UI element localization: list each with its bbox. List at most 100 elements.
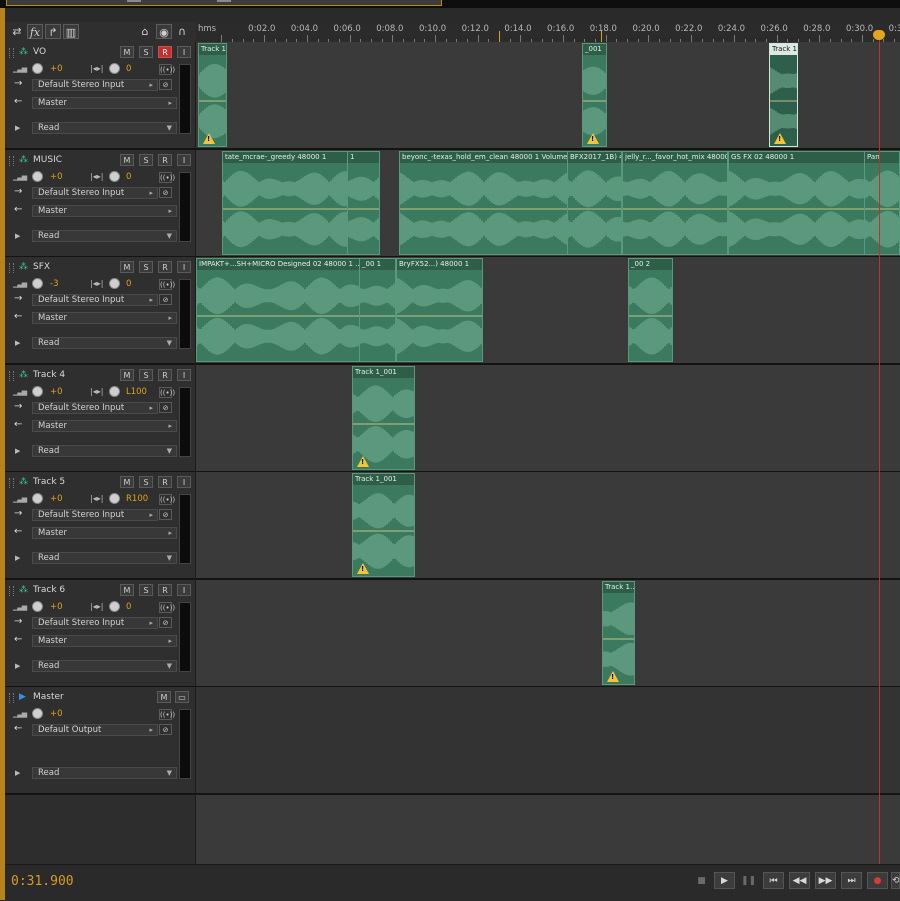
expand-automation-icon[interactable]: ▶ xyxy=(15,339,20,347)
play-button[interactable]: ▶ xyxy=(714,872,735,889)
stereo-icon[interactable]: ((•)) xyxy=(159,279,175,290)
rewind-button[interactable]: ◀◀ xyxy=(789,872,810,889)
volume-knob[interactable] xyxy=(32,278,43,289)
solo-button[interactable]: S xyxy=(139,584,153,596)
time-ruler[interactable]: hms 0:02.0 0:04.0 0:06.0 0:08.0 0:10.0 0:12.0… xyxy=(196,22,900,43)
volume-knob[interactable] xyxy=(32,171,43,182)
track-name[interactable]: Track 4 xyxy=(33,370,65,380)
drag-grip-icon[interactable] xyxy=(9,478,14,488)
headphones-icon[interactable]: ∩ xyxy=(174,24,190,39)
phase-invert-icon[interactable]: ⊘ xyxy=(159,294,172,305)
input-dropdown[interactable]: Default Stereo Input ▸ xyxy=(32,509,158,521)
audio-clip[interactable]: Pan xyxy=(864,151,900,255)
audio-clip[interactable]: _001! xyxy=(582,43,607,147)
stop-button[interactable]: ■ xyxy=(691,872,712,889)
track-name[interactable]: MUSIC xyxy=(33,155,62,165)
track-name[interactable]: SFX xyxy=(33,262,50,272)
record-arm-button[interactable]: R xyxy=(158,46,172,58)
stereo-icon[interactable]: ((•)) xyxy=(159,602,175,613)
pan-knob[interactable] xyxy=(109,278,120,289)
expand-automation-icon[interactable]: ▶ xyxy=(15,554,20,562)
pan-knob[interactable] xyxy=(109,493,120,504)
volume-knob[interactable] xyxy=(32,708,43,719)
audio-clip[interactable]: Track 1_001! xyxy=(352,473,415,577)
volume-value[interactable]: +0 xyxy=(50,172,63,182)
volume-value[interactable]: +0 xyxy=(50,387,63,397)
expand-automation-icon[interactable]: ▶ xyxy=(15,769,20,777)
output-dropdown[interactable]: Master ▸ xyxy=(32,97,177,109)
pause-button[interactable]: ❚❚ xyxy=(738,872,759,889)
pan-value[interactable]: 0 xyxy=(126,172,131,182)
mute-button[interactable]: M xyxy=(120,154,134,166)
pan-knob[interactable] xyxy=(109,601,120,612)
solo-button[interactable]: S xyxy=(139,154,153,166)
panel-tab[interactable] xyxy=(6,0,442,6)
output-dropdown[interactable]: Master ▸ xyxy=(32,527,177,539)
audio-clip[interactable]: 1 xyxy=(347,151,380,255)
automation-mode-dropdown[interactable]: Read ▼ xyxy=(32,767,177,779)
eq-icon[interactable]: ▥ xyxy=(63,24,79,39)
audio-clip[interactable]: Track 1...! xyxy=(602,581,635,685)
audio-clip[interactable]: jelly_r..._favor_hot_mix 48000 1 xyxy=(622,151,728,255)
output-dropdown[interactable]: Master ▸ xyxy=(32,420,177,432)
output-dropdown[interactable]: Master ▸ xyxy=(32,312,177,324)
mute-button[interactable]: M xyxy=(120,46,134,58)
track-name[interactable]: Track 6 xyxy=(33,585,65,595)
output-dropdown[interactable]: Master ▸ xyxy=(32,205,177,217)
volume-value[interactable]: +0 xyxy=(50,64,63,74)
track-lane[interactable] xyxy=(196,687,900,795)
phase-invert-icon[interactable]: ⊘ xyxy=(159,617,172,628)
pan-value[interactable]: 0 xyxy=(126,279,131,289)
volume-value[interactable]: -3 xyxy=(50,279,58,289)
sends-icon[interactable]: ↱ xyxy=(45,24,61,39)
pan-value[interactable]: R100 xyxy=(126,494,148,504)
monitor-input-button[interactable]: I xyxy=(177,369,191,381)
monitor-input-button[interactable]: I xyxy=(177,584,191,596)
stereo-icon[interactable]: ((•)) xyxy=(159,387,175,398)
volume-knob[interactable] xyxy=(32,601,43,612)
current-time-display[interactable]: 0:31.900 xyxy=(11,874,74,889)
drag-grip-icon[interactable] xyxy=(9,586,14,596)
solo-button[interactable]: S xyxy=(139,261,153,273)
input-dropdown[interactable]: Default Stereo Input ▸ xyxy=(32,187,158,199)
solo-button[interactable]: S xyxy=(139,476,153,488)
stereo-icon[interactable]: ((•)) xyxy=(159,172,175,183)
input-dropdown[interactable]: Default Stereo Input ▸ xyxy=(32,617,158,629)
pan-value[interactable]: 0 xyxy=(126,602,131,612)
playhead-line[interactable] xyxy=(879,30,880,864)
audio-clip[interactable]: Track 1_001! xyxy=(352,366,415,470)
phase-invert-icon[interactable]: ⊘ xyxy=(159,509,172,520)
pan-knob[interactable] xyxy=(109,63,120,74)
audio-clip[interactable]: Track 1! xyxy=(769,43,798,147)
mute-button[interactable]: M xyxy=(157,691,171,703)
drag-grip-icon[interactable] xyxy=(9,371,14,381)
playhead-handle[interactable] xyxy=(873,30,885,40)
monitor-input-button[interactable]: I xyxy=(177,476,191,488)
fast-forward-button[interactable]: ▶▶ xyxy=(815,872,836,889)
stereo-icon[interactable]: ((•)) xyxy=(159,494,175,505)
input-dropdown[interactable]: Default Stereo Input ▸ xyxy=(32,402,158,414)
volume-value[interactable]: +0 xyxy=(50,602,63,612)
solo-button[interactable]: S xyxy=(139,46,153,58)
expand-automation-icon[interactable]: ▶ xyxy=(15,662,20,670)
audio-clip[interactable]: beyonc_-texas_hold_em_clean 48000 1 Volu… xyxy=(399,151,568,255)
phase-invert-icon[interactable]: ⊘ xyxy=(159,79,172,90)
mute-button[interactable]: M xyxy=(120,261,134,273)
track-name[interactable]: Master xyxy=(33,692,64,702)
multitrack-swap-icon[interactable]: ⇄ xyxy=(9,24,25,39)
output-dropdown[interactable]: Default Output ▸ xyxy=(32,724,158,736)
phase-invert-icon[interactable]: ⊘ xyxy=(159,724,172,735)
pan-knob[interactable] xyxy=(109,386,120,397)
audio-clip[interactable]: BryFX52...) 48000 1 xyxy=(396,258,483,362)
stereo-icon[interactable]: ((•)) xyxy=(159,64,175,75)
phase-invert-icon[interactable]: ⊘ xyxy=(159,402,172,413)
drag-grip-icon[interactable] xyxy=(9,693,14,703)
expand-automation-icon[interactable]: ▶ xyxy=(15,232,20,240)
drag-grip-icon[interactable] xyxy=(9,156,14,166)
monitor-input-button[interactable]: I xyxy=(177,261,191,273)
automation-mode-dropdown[interactable]: Read ▼ xyxy=(32,445,177,457)
automation-mode-dropdown[interactable]: Read ▼ xyxy=(32,230,177,242)
automation-mode-dropdown[interactable]: Read ▼ xyxy=(32,337,177,349)
automation-mode-dropdown[interactable]: Read ▼ xyxy=(32,122,177,134)
volume-knob[interactable] xyxy=(32,493,43,504)
